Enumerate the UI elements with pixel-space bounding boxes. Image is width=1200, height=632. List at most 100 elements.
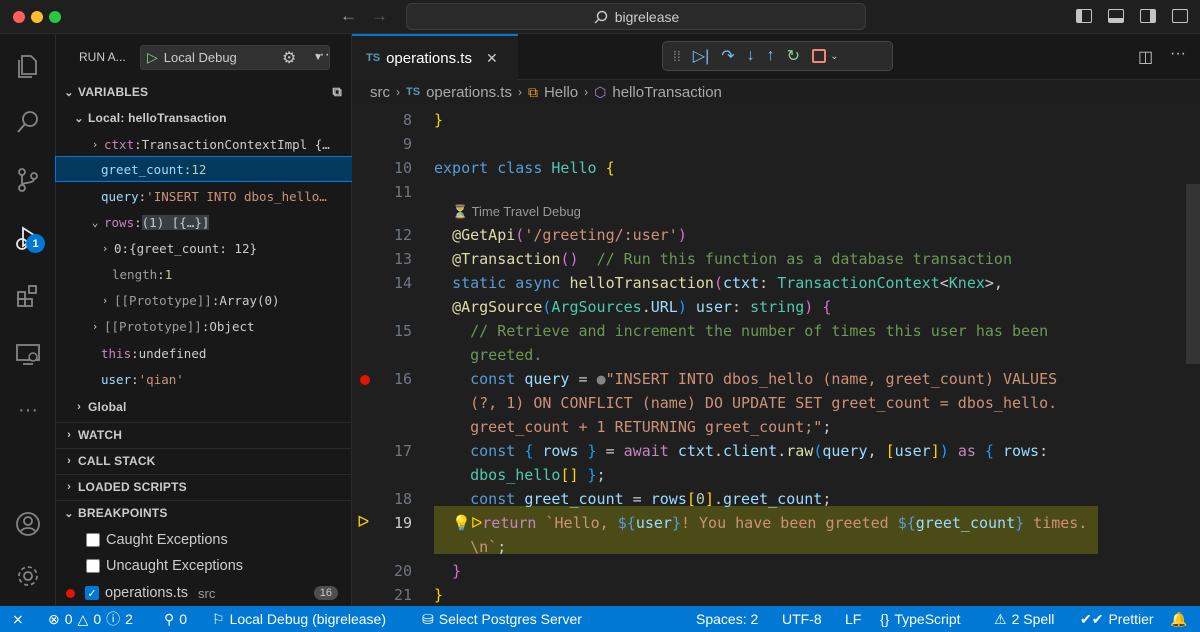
watch-section-header[interactable]: › WATCH	[56, 423, 352, 447]
checkbox[interactable]	[86, 559, 100, 573]
language-mode[interactable]: {} TypeScript	[880, 606, 961, 632]
variable-row[interactable]: query: 'INSERT INTO dbos_hello…	[56, 184, 352, 208]
vertical-scrollbar[interactable]	[1186, 184, 1200, 364]
global-scope[interactable]: › Global	[56, 395, 352, 419]
more-actions-icon[interactable]: ···	[1170, 45, 1186, 63]
accounts-icon[interactable]	[8, 504, 48, 544]
line-number: 17	[393, 442, 412, 460]
breakpoint-operations-ts[interactable]: ✓ operations.ts src 16	[56, 581, 352, 605]
title-bar: ← → bigrelease	[0, 0, 1200, 34]
chevron-down-icon: ⌄	[91, 215, 99, 229]
variable-row[interactable]: ⌄ rows: (1) [{…}]	[56, 210, 352, 234]
explorer-icon[interactable]	[8, 46, 48, 86]
manage-gear-icon[interactable]	[8, 556, 48, 596]
local-scope[interactable]: ⌄ Local: helloTransaction	[56, 106, 352, 130]
customize-layout-icon[interactable]	[1172, 9, 1188, 23]
breadcrumb-file[interactable]: operations.ts	[426, 84, 512, 101]
toggle-panel-icon[interactable]	[1108, 9, 1124, 23]
maximize-window-button[interactable]	[49, 11, 61, 23]
chevron-right-icon: ›	[517, 85, 522, 99]
step-into-icon[interactable]: ↓	[747, 47, 755, 65]
language-label: TypeScript	[894, 611, 961, 627]
debug-status[interactable]: ⚐ Local Debug (bigrelease)	[212, 606, 386, 632]
stop-icon[interactable]	[812, 49, 827, 63]
step-over-icon[interactable]: ↷	[721, 46, 734, 66]
remote-indicator-icon[interactable]: ⨯	[12, 606, 24, 632]
variables-section-header[interactable]: ⌄ VARIABLES ⧉	[56, 80, 352, 104]
code-editor[interactable]: 8 9 10 11 12 13 14 15 16 17 18 19 20 21 …	[352, 104, 1200, 606]
variable-name: this	[101, 345, 132, 361]
command-center[interactable]: bigrelease	[406, 3, 866, 30]
variable-row[interactable]: user: 'qian'	[56, 367, 352, 391]
variable-row[interactable]: › 0: {greet_count: 12}	[56, 236, 352, 260]
checkbox-checked[interactable]: ✓	[85, 586, 99, 600]
source-control-icon[interactable]	[8, 160, 48, 200]
close-window-button[interactable]	[13, 11, 25, 23]
split-editor-icon[interactable]: ◫	[1138, 47, 1153, 67]
problems-indicator[interactable]: ⊗ 0 △ 0 ⓘ 2	[48, 606, 133, 632]
toggle-secondary-sidebar-icon[interactable]	[1140, 9, 1156, 23]
run-view-title: RUN A...	[79, 50, 126, 64]
spell-checker-status[interactable]: ⚠ 2 Spell	[994, 606, 1054, 632]
variable-value: TransactionContextImpl {…	[141, 136, 330, 152]
back-arrow-icon[interactable]: ←	[340, 6, 357, 26]
variable-row[interactable]: length: 1	[56, 262, 352, 286]
global-scope-label: Global	[88, 400, 127, 414]
forward-arrow-icon[interactable]: →	[371, 6, 388, 26]
extensions-icon[interactable]	[8, 276, 48, 316]
variable-row[interactable]: › [[Prototype]]: Array(0)	[56, 288, 352, 312]
double-check-icon: ✔✔	[1080, 610, 1104, 627]
eol-status[interactable]: LF	[845, 606, 861, 632]
breadcrumb-class[interactable]: Hello	[544, 84, 578, 101]
more-views-icon[interactable]: ···	[8, 390, 48, 430]
breakpoints-section-header[interactable]: ⌄ BREAKPOINTS	[56, 501, 352, 525]
variable-name: [[Prototype]]	[104, 318, 202, 334]
breakpoint-uncaught-exceptions[interactable]: Uncaught Exceptions	[56, 554, 352, 578]
step-out-icon[interactable]: ↑	[767, 47, 775, 65]
search-icon[interactable]	[8, 102, 48, 142]
toggle-primary-sidebar-icon[interactable]	[1076, 9, 1092, 23]
loaded-scripts-section-header[interactable]: › LOADED SCRIPTS	[56, 475, 352, 499]
gear-icon[interactable]: ⚙	[282, 48, 296, 68]
remote-explorer-icon[interactable]	[8, 334, 48, 374]
breakpoint-dot-icon	[66, 588, 75, 598]
variable-name: 0	[114, 240, 122, 256]
notifications-bell-icon[interactable]: 🔔	[1170, 606, 1187, 632]
postgres-server-select[interactable]: ⛁ Select Postgres Server	[422, 606, 582, 632]
minimize-window-button[interactable]	[31, 11, 43, 23]
breakpoint-dot-icon[interactable]	[360, 375, 370, 385]
restart-icon[interactable]: ↻	[787, 46, 800, 66]
checkbox[interactable]	[86, 533, 100, 547]
start-debugging-icon[interactable]: ▷	[147, 49, 158, 66]
variable-row[interactable]: this: undefined	[56, 341, 352, 365]
close-tab-icon[interactable]: ✕	[486, 50, 498, 67]
variable-row-selected[interactable]: greet_count: 12	[55, 156, 353, 182]
variable-name: ctxt	[104, 136, 135, 152]
class-symbol-icon: ⧉	[527, 83, 538, 100]
variable-row[interactable]: › ctxt: TransactionContextImpl {…	[56, 132, 352, 156]
drag-handle-icon[interactable]: ⁞⁞	[673, 48, 681, 64]
breakpoint-caught-exceptions[interactable]: Caught Exceptions	[56, 528, 352, 552]
more-actions-icon[interactable]: ···	[314, 46, 330, 64]
continue-icon[interactable]: ▷|	[693, 46, 709, 66]
breadcrumb-method[interactable]: helloTransaction	[612, 84, 722, 101]
indentation-status[interactable]: Spaces: 2	[696, 606, 758, 632]
typescript-file-icon: TS	[366, 52, 381, 64]
variable-row[interactable]: › [[Prototype]]: Object	[56, 314, 352, 338]
codelens-time-travel[interactable]: ⏳ Time Travel Debug	[452, 204, 581, 220]
variable-name: query	[101, 188, 139, 204]
breadcrumb-folder[interactable]: src	[370, 84, 390, 101]
chevron-down-icon[interactable]: ⌄	[830, 51, 838, 62]
activity-bar: 1 ···	[0, 34, 56, 606]
encoding-status[interactable]: UTF-8	[782, 606, 822, 632]
collapse-all-icon[interactable]: ⧉	[333, 84, 342, 100]
ports-icon: ⚲	[164, 610, 175, 627]
call-stack-section-header[interactable]: › CALL STACK	[56, 449, 352, 473]
ports-indicator[interactable]: ⚲ 0	[164, 606, 187, 632]
line-number: 21	[393, 586, 412, 604]
debug-config-select[interactable]: ▷ Local Debug ▼	[140, 45, 330, 70]
tab-label: operations.ts	[386, 49, 472, 67]
chevron-down-icon: ⌄	[64, 86, 74, 99]
tab-operations-ts[interactable]: TS operations.ts ✕	[352, 34, 518, 80]
prettier-status[interactable]: ✔✔ Prettier	[1080, 606, 1154, 632]
